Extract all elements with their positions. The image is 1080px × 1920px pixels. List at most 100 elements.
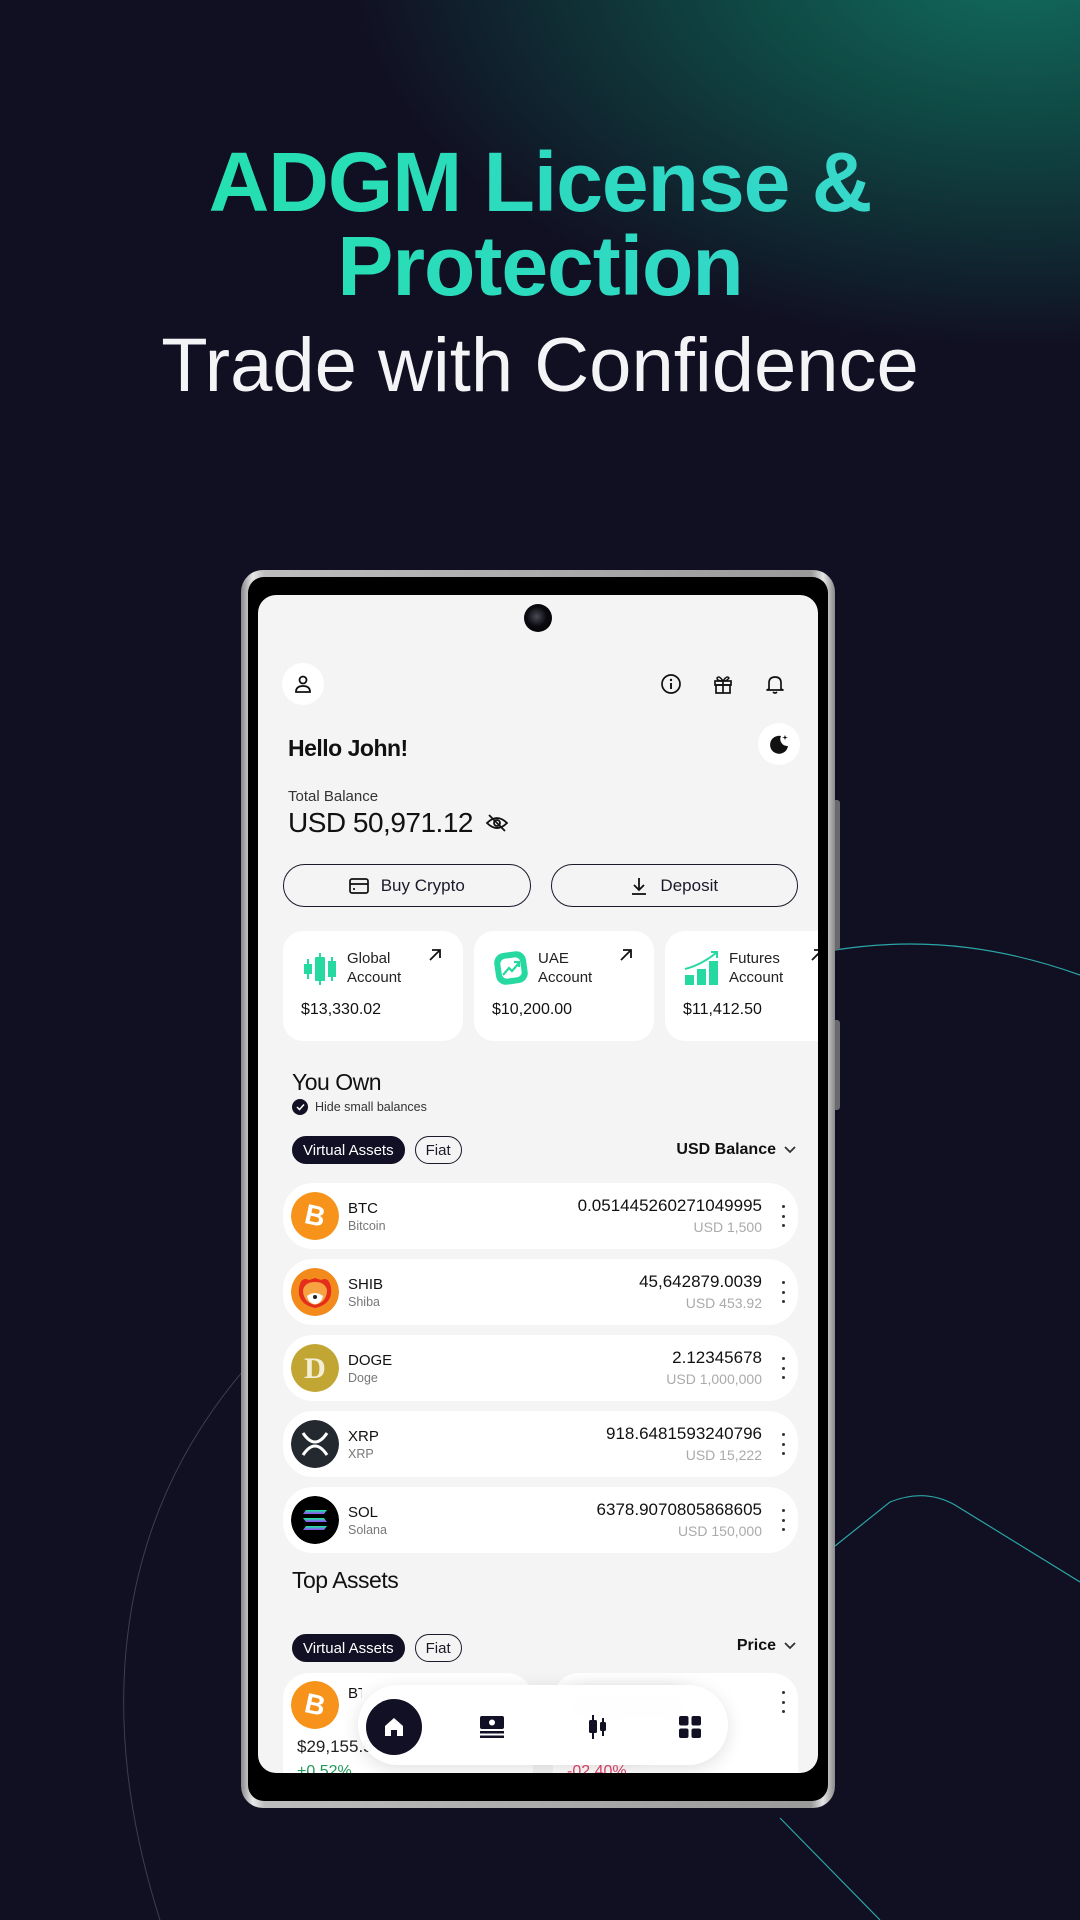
hide-small-balances-label: Hide small balances [315, 1100, 427, 1114]
card-icon [348, 877, 369, 894]
account-balance: $10,200.00 [492, 1001, 573, 1018]
bitcoin-icon: B [291, 1192, 339, 1240]
asset-name: Shiba [348, 1295, 380, 1309]
more-options-icon[interactable] [780, 1357, 786, 1379]
arrow-up-right-icon [620, 949, 632, 961]
asset-usd-value: USD 1,500 [693, 1219, 762, 1235]
nav-home[interactable] [366, 1699, 422, 1755]
account-balance: $11,412.50 [683, 1001, 762, 1018]
asset-name: XRP [348, 1447, 374, 1461]
candlestick-icon [304, 953, 336, 985]
arrow-up-right-icon [811, 949, 818, 961]
gift-icon [714, 676, 732, 694]
chevron-down-icon [784, 1146, 796, 1154]
candlestick-icon [589, 1715, 606, 1739]
doge-icon: D [291, 1344, 339, 1392]
asset-usd-value: USD 453.92 [685, 1295, 762, 1311]
bell-icon [766, 676, 784, 694]
headline-subtitle: Trade with Confidence [161, 323, 919, 408]
accounts-carousel: Global Account $13,330.02 UAE Account $1… [283, 931, 818, 1041]
arrow-up-right-icon [429, 949, 441, 961]
hero-headline: ADGM License & Protection Trade with Con… [0, 140, 1080, 406]
sort-label: Price [736, 1637, 776, 1654]
moon-icon [770, 735, 788, 754]
asset-name: Doge [348, 1371, 378, 1385]
theme-toggle-button[interactable] [758, 723, 800, 765]
asset-symbol: DOGE [348, 1352, 393, 1369]
solana-icon [291, 1496, 339, 1544]
nav-wallet[interactable] [464, 1699, 520, 1755]
asset-row-doge[interactable]: D DOGE Doge 2.12345678 USD 1,000,000 [283, 1335, 798, 1401]
asset-amount: 0.051445260271049995 [577, 1196, 762, 1215]
info-icon [661, 674, 681, 694]
tab-virtual-assets[interactable]: Virtual Assets [292, 1136, 405, 1164]
price-sort-dropdown[interactable]: Price [737, 1637, 796, 1655]
account-card-futures[interactable]: Futures Account $11,412.50 [665, 931, 818, 1041]
asset-row-xrp[interactable]: XRP XRP 918.6481593240796 USD 15,222 [283, 1411, 798, 1477]
nav-more[interactable] [662, 1699, 718, 1755]
check-icon [295, 1103, 305, 1111]
total-balance: USD 50,971.12 [288, 807, 509, 839]
asset-symbol: BTC [348, 1200, 378, 1217]
owned-assets-list: B BTC Bitcoin 0.051445260271049995 USD 1… [283, 1183, 798, 1563]
grid-icon [679, 1716, 701, 1738]
you-own-title: You Own [292, 1069, 382, 1095]
chevron-down-icon [784, 1642, 796, 1650]
more-options-icon[interactable] [780, 1691, 786, 1713]
quick-actions: Buy Crypto Deposit [283, 864, 798, 907]
deposit-button[interactable]: Deposit [550, 864, 798, 907]
asset-row-btc[interactable]: B BTC Bitcoin 0.051445260271049995 USD 1… [283, 1183, 798, 1249]
notifications-button[interactable] [762, 671, 788, 697]
more-options-icon[interactable] [780, 1205, 786, 1227]
buy-crypto-button[interactable]: Buy Crypto [283, 864, 531, 907]
asset-name: Bitcoin [348, 1219, 386, 1233]
account-card-uae[interactable]: UAE Account $10,200.00 [474, 931, 654, 1041]
total-balance-label: Total Balance [288, 788, 379, 805]
usd-balance-sort-dropdown[interactable]: USD Balance [676, 1141, 796, 1159]
tab-fiat[interactable]: Fiat [414, 1634, 462, 1662]
profile-button[interactable] [282, 663, 324, 705]
svg-text:D: D [304, 1352, 326, 1385]
greeting: Hello John! [288, 735, 408, 761]
sort-label: USD Balance [676, 1141, 776, 1158]
phone-power-button [835, 1020, 840, 1110]
account-card-global[interactable]: Global Account $13,330.02 [283, 931, 463, 1041]
tab-fiat[interactable]: Fiat [414, 1136, 462, 1164]
app-screen: Hello John! Total Balance USD 50,971.12 [258, 595, 818, 1773]
buy-crypto-label: Buy Crypto [380, 875, 465, 895]
nav-trade[interactable] [570, 1699, 626, 1755]
more-options-icon[interactable] [780, 1509, 786, 1531]
asset-symbol: SHIB [348, 1276, 384, 1293]
xrp-icon [291, 1420, 339, 1468]
asset-symbol: BTC [348, 1685, 362, 1702]
account-balance: $13,330.02 [301, 1001, 382, 1018]
asset-row-sol[interactable]: SOL Solana 6378.9070805868605 USD 150,00… [283, 1487, 798, 1553]
you-own-tabs: Virtual Assets Fiat [292, 1136, 462, 1164]
phone-volume-button [835, 800, 840, 950]
headline-line-2: Protection [0, 224, 1080, 308]
asset-symbol: SOL [348, 1504, 379, 1521]
rewards-button[interactable] [710, 671, 736, 697]
eye-off-icon[interactable] [485, 813, 509, 833]
asset-amount: 6378.9070805868605 [596, 1500, 762, 1519]
asset-amount: 918.6481593240796 [606, 1424, 762, 1443]
bar-growth-icon [684, 951, 718, 985]
total-balance-value: USD 50,971.12 [288, 807, 473, 838]
more-options-icon[interactable] [780, 1281, 786, 1303]
phone-mockup: Hello John! Total Balance USD 50,971.12 [241, 570, 840, 1808]
asset-row-shib[interactable]: SHIB Shiba 45,642879.0039 USD 453.92 [283, 1259, 798, 1325]
hide-small-balances-toggle[interactable]: Hide small balances [292, 1099, 427, 1115]
asset-change: +0.52% [297, 1763, 352, 1773]
asset-amount: 2.12345678 [672, 1348, 762, 1367]
account-name: Global Account [347, 950, 402, 986]
deposit-label: Deposit [660, 875, 719, 895]
info-button[interactable] [658, 671, 684, 697]
checkbox-checked[interactable] [292, 1099, 308, 1115]
account-name: UAE Account [538, 950, 593, 986]
shiba-icon [291, 1268, 339, 1316]
bottom-navigation [358, 1685, 728, 1765]
trend-up-icon [494, 951, 528, 985]
tab-virtual-assets[interactable]: Virtual Assets [292, 1634, 405, 1662]
asset-usd-value: USD 1,000,000 [666, 1371, 762, 1387]
more-options-icon[interactable] [780, 1433, 786, 1455]
